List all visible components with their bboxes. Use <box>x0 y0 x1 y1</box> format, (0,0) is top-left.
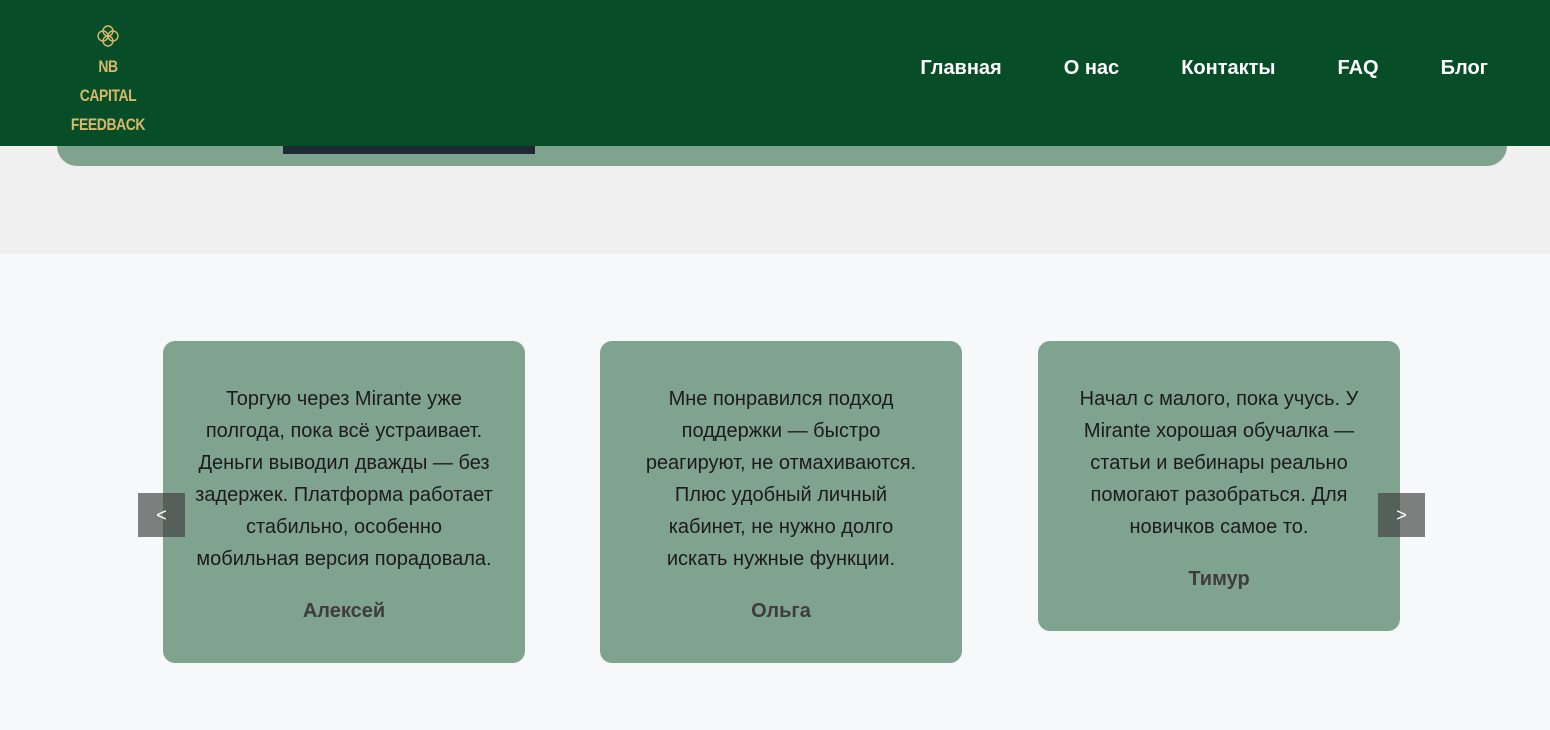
testimonial-author: Ольга <box>751 600 811 622</box>
slider-prev-button[interactable]: < <box>138 493 185 537</box>
testimonial-card: Мне понравился подход поддержки — быстро… <box>600 341 962 663</box>
hero-image <box>283 146 535 154</box>
testimonials-slider: < Торгую через Mirante уже полгода, пока… <box>0 254 1550 730</box>
nav-contacts[interactable]: Контакты <box>1181 57 1275 79</box>
slider-next-button[interactable]: > <box>1378 493 1425 537</box>
testimonial-text: Начал с малого, пока учусь. У Mirante хо… <box>1079 388 1359 538</box>
nav-faq[interactable]: FAQ <box>1338 57 1379 79</box>
testimonial-author: Алексей <box>302 600 386 622</box>
celtic-knot-icon <box>97 25 119 47</box>
testimonial-author: Тимур <box>1188 568 1250 590</box>
logo[interactable]: NB CAPITAL FEEDBACK <box>62 24 154 139</box>
hero-card <box>57 146 1507 166</box>
testimonial-card: Начал с малого, пока учусь. У Mirante хо… <box>1038 341 1400 631</box>
testimonial-text: Торгую через Mirante уже полгода, пока в… <box>195 388 493 570</box>
testimonial-card: Торгую через Mirante уже полгода, пока в… <box>163 341 525 663</box>
site-header: NB CAPITAL FEEDBACK Главная О нас Контак… <box>0 0 1550 146</box>
nav-blog[interactable]: Блог <box>1441 57 1488 79</box>
nav-home[interactable]: Главная <box>920 57 1001 79</box>
brand-subtitle: FEEDBACK <box>70 115 146 134</box>
testimonial-text: Мне понравился подход поддержки — быстро… <box>645 388 917 570</box>
main-nav: Главная О нас Контакты FAQ Блог <box>920 57 1488 79</box>
brand-name: NB CAPITAL <box>79 57 137 105</box>
nav-about[interactable]: О нас <box>1064 57 1119 79</box>
